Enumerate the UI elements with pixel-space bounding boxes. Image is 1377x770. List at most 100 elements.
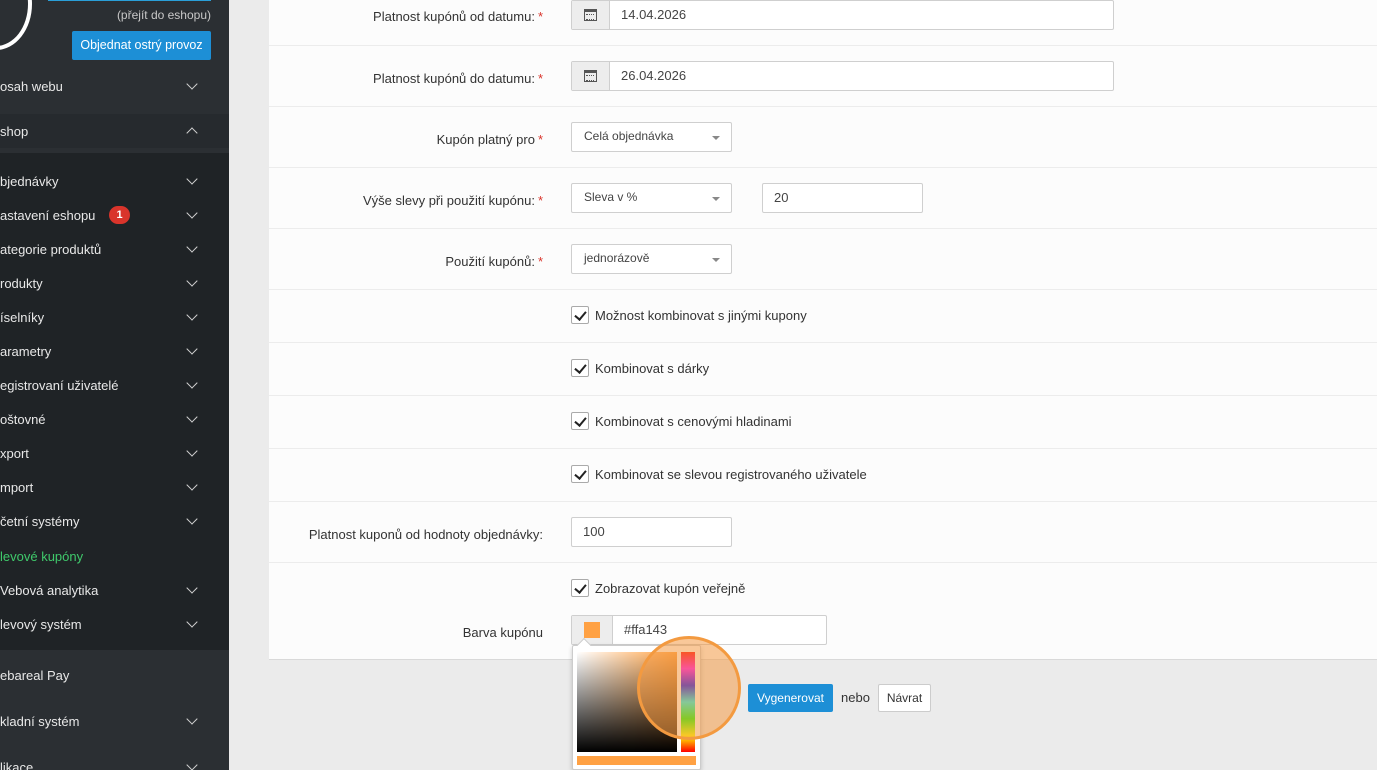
sidebar-item-accounting[interactable]: četní systémy (0, 504, 229, 538)
combine-gifts-checkbox[interactable]: Kombinovat s dárky (571, 359, 709, 377)
sidebar-item-registered-users[interactable]: egistrovaní uživatelé (0, 368, 229, 402)
checkbox-checked-icon[interactable] (571, 579, 589, 597)
or-text: nebo (841, 690, 870, 705)
checkbox-label: Zobrazovat kupón veřejně (595, 580, 746, 596)
sidebar-item-label: Vebová analytika (0, 582, 99, 598)
chevron-down-icon (186, 411, 198, 423)
chevron-down-icon (186, 343, 198, 355)
sidebar-item-import[interactable]: mport (0, 470, 229, 504)
sidebar-item-label: osah webu (0, 78, 63, 94)
sidebar-item-content[interactable]: osah webu (0, 69, 229, 103)
chevron-down-icon (186, 513, 198, 525)
coupon-color-value[interactable]: #ffa143 (613, 616, 667, 644)
discount-label: Výše slevy při použití kupónu: * (362, 193, 543, 208)
checkbox-checked-icon[interactable] (571, 412, 589, 430)
caret-down-icon (712, 197, 720, 201)
chevron-down-icon (186, 377, 198, 389)
sidebar-item-parameters[interactable]: arametry (0, 334, 229, 368)
color-swatch-button[interactable] (572, 616, 613, 644)
sidebar-item-pay[interactable]: ebareal Pay (0, 658, 229, 692)
min-order-input[interactable]: 100 (571, 517, 732, 547)
sidebar: (přejít do eshopu) Objednat ostrý provoz… (0, 0, 229, 770)
caret-down-icon (712, 258, 720, 262)
sidebar-item-orders[interactable]: bjednávky (0, 164, 229, 198)
sidebar-item-discount-coupons[interactable]: levové kupóny (0, 539, 229, 573)
chevron-down-icon (186, 713, 198, 725)
combine-user-discount-checkbox[interactable]: Kombinovat se slevou registrovaného uživ… (571, 465, 867, 483)
chevron-down-icon (186, 759, 198, 770)
sidebar-item-label: arametry (0, 343, 52, 359)
sidebar-item-label: likace (0, 759, 34, 770)
chevron-down-icon (186, 275, 198, 287)
checkbox-checked-icon[interactable] (571, 465, 589, 483)
sidebar-item-label: astavení eshopu (0, 207, 96, 223)
sidebar-item-shipping[interactable]: oštovné (0, 402, 229, 436)
order-production-button[interactable]: Objednat ostrý provoz (72, 31, 211, 60)
click-highlight (637, 636, 741, 740)
sidebar-item-label: kladní systém (0, 713, 80, 729)
valid-to-date-field[interactable]: 26.04.2026 (571, 61, 1114, 91)
combine-price-levels-checkbox[interactable]: Kombinovat s cenovými hladinami (571, 412, 792, 430)
usage-select[interactable]: jednorázově (571, 244, 732, 274)
sidebar-item-label: mport (0, 479, 34, 495)
back-button[interactable]: Návrat (878, 684, 931, 712)
sidebar-item-label: xport (0, 445, 29, 461)
chevron-down-icon (186, 241, 198, 253)
min-order-label: Platnost kuponů od hodnoty objednávky: (308, 527, 543, 542)
sidebar-item-label: bjednávky (0, 173, 59, 189)
color-swatch (584, 622, 600, 638)
logo[interactable] (0, 0, 32, 50)
sidebar-item-label: rodukty (0, 275, 43, 291)
usage-selected-value: jednorázově (584, 251, 650, 265)
valid-from-value[interactable]: 14.04.2026 (610, 1, 686, 29)
chevron-down-icon (186, 616, 198, 628)
caret-down-icon (712, 136, 720, 140)
checkbox-checked-icon[interactable] (571, 306, 589, 324)
sidebar-item-discount-system[interactable]: levový systém (0, 607, 229, 641)
sidebar-item-export[interactable]: xport (0, 436, 229, 470)
form-row (269, 343, 1377, 396)
valid-to-label: Platnost kupónů do datumu: * (373, 71, 543, 86)
calendar-icon[interactable] (572, 1, 610, 29)
calendar-icon[interactable] (572, 62, 610, 90)
color-preview (577, 756, 696, 765)
discount-type-select[interactable]: Sleva v % (571, 183, 732, 213)
sidebar-item-label: oštovné (0, 411, 46, 427)
sidebar-item-warehouse[interactable]: kladní systém (0, 704, 229, 738)
sidebar-item-eshop[interactable]: shop (0, 114, 229, 148)
valid-for-label: Kupón platný pro * (436, 132, 543, 147)
discount-type-selected-value: Sleva v % (584, 190, 638, 204)
valid-for-select[interactable]: Celá objednávka (571, 122, 732, 152)
sidebar-item-label: íselníky (0, 309, 45, 325)
sidebar-item-eshop-settings[interactable]: astavení eshopu 1 (0, 198, 229, 232)
sidebar-item-web-analytics[interactable]: Vebová analytika (0, 573, 229, 607)
chevron-up-icon (186, 127, 198, 139)
sidebar-item-label: levové kupóny (0, 548, 84, 564)
discount-value-input[interactable]: 20 (762, 183, 923, 213)
go-to-eshop-link[interactable]: (přejít do eshopu) (117, 8, 211, 22)
sidebar-item-label: egistrovaní uživatelé (0, 377, 119, 393)
sidebar-item-applications[interactable]: likace (0, 750, 229, 770)
sidebar-item-label: ebareal Pay (0, 667, 70, 683)
checkbox-label: Kombinovat s dárky (595, 360, 710, 376)
chevron-down-icon (186, 479, 198, 491)
checkbox-label: Kombinovat s cenovými hladinami (595, 413, 792, 429)
public-coupon-checkbox[interactable]: Zobrazovat kupón veřejně (571, 579, 745, 597)
sidebar-item-label: ategorie produktů (0, 241, 102, 257)
checkbox-checked-icon[interactable] (571, 359, 589, 377)
chevron-down-icon (186, 309, 198, 321)
sidebar-item-categories[interactable]: ategorie produktů (0, 232, 229, 266)
checkbox-label: Možnost kombinovat s jinými kupony (595, 307, 807, 323)
valid-to-value[interactable]: 26.04.2026 (610, 62, 686, 90)
notification-badge: 1 (109, 206, 130, 224)
sidebar-item-label: shop (0, 123, 29, 139)
valid-from-label: Platnost kupónů od datumu: * (373, 9, 543, 24)
form-row (269, 290, 1377, 343)
sidebar-item-codelists[interactable]: íselníky (0, 300, 229, 334)
valid-from-date-field[interactable]: 14.04.2026 (571, 0, 1114, 30)
generate-button[interactable]: Vygenerovat (748, 684, 833, 712)
chevron-down-icon (186, 207, 198, 219)
coupon-color-label: Barva kupónu (462, 625, 543, 640)
sidebar-item-products[interactable]: rodukty (0, 266, 229, 300)
combine-coupons-checkbox[interactable]: Možnost kombinovat s jinými kupony (571, 306, 807, 324)
